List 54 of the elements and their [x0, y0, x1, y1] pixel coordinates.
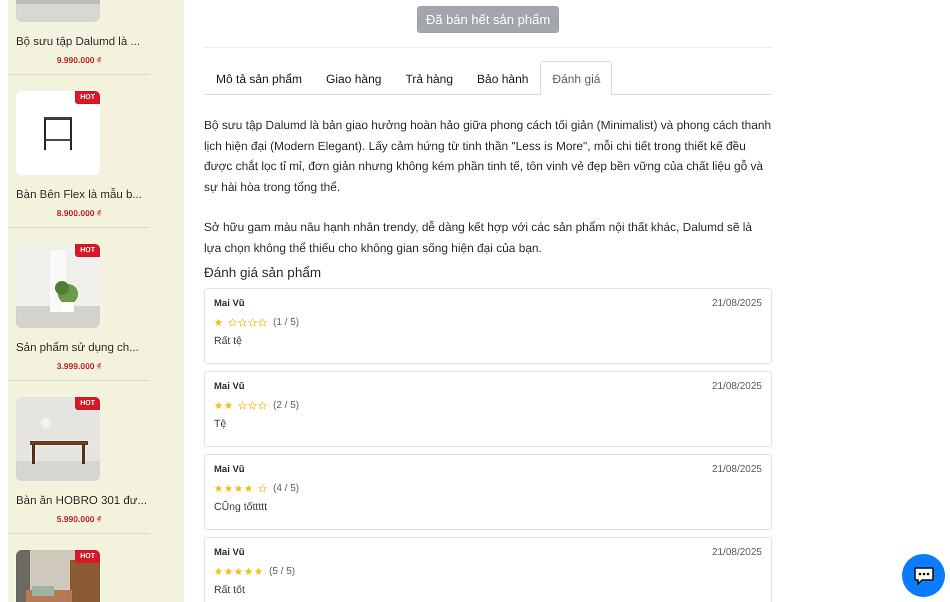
- star-filled-icon: [214, 318, 223, 326]
- review-date: 21/08/2025: [712, 464, 762, 475]
- chat-button[interactable]: [902, 554, 945, 597]
- review-date: 21/08/2025: [712, 298, 762, 309]
- product-name[interactable]: Sản phẩm sử dụng ch...: [16, 340, 150, 357]
- reviewer-name: Mai Vũ: [214, 381, 245, 392]
- star-empty-icon: [238, 318, 247, 326]
- review-date: 21/08/2025: [712, 381, 762, 392]
- star-filled-icon: [224, 566, 233, 576]
- product-price: 5.990.000 ₫: [56, 513, 102, 526]
- star-filled-icon: [244, 566, 253, 576]
- rating-text: (2 / 5): [273, 400, 300, 410]
- review-comment: Rất tệ: [214, 334, 244, 348]
- description-paragraph: Sở hữu gam màu nâu hạnh nhân trendy, dễ dàng kết hợp với các sản phẩm nội thất khác, Dalumd sẽ là lựa chọn không thể thiếu cho không gian sống hiện đại của bạn.: [204, 219, 754, 256]
- star-filled-icon: [234, 484, 243, 492]
- tab[interactable]: Trả hàng: [393, 61, 466, 95]
- tab[interactable]: Giao hàng: [314, 61, 394, 95]
- review-date: 21/08/2025: [712, 547, 762, 558]
- star-filled-icon: [214, 566, 223, 576]
- star-filled-icon: [254, 566, 263, 576]
- tab[interactable]: Đánh giá: [540, 61, 612, 95]
- star-filled-icon: [224, 400, 233, 410]
- product-price: 9.990.000 ₫: [56, 54, 102, 67]
- star-empty-icon: [248, 318, 257, 326]
- product-price: 3.999.000 ₫: [56, 360, 102, 373]
- star-empty-icon: [228, 318, 237, 326]
- review-comment: Tệ: [214, 417, 228, 431]
- star-empty-icon: [238, 400, 247, 410]
- rating-text: (4 / 5): [273, 482, 300, 494]
- reviewer-name: Mai Vũ: [214, 298, 245, 309]
- tab[interactable]: Mô tả sản phẩm: [204, 61, 314, 95]
- star-empty-icon: [248, 400, 257, 410]
- product-name[interactable]: Bộ sưu tập Dalumd là ...: [16, 34, 150, 51]
- star-empty-icon: [258, 400, 267, 410]
- product-price: 8.900.000 ₫: [56, 207, 102, 220]
- chat-icon: [914, 566, 934, 584]
- star-empty-icon: [258, 484, 267, 492]
- star-filled-icon: [244, 484, 253, 492]
- star-empty-icon: [258, 318, 267, 326]
- star-filled-icon: [224, 484, 233, 492]
- star-filled-icon: [214, 484, 223, 492]
- review-comment: CŨng tốttttt: [214, 500, 268, 514]
- tab[interactable]: Bảo hành: [465, 61, 540, 95]
- reviews-heading: Đánh giá sản phẩm: [204, 265, 322, 280]
- star-filled-icon: [214, 400, 223, 410]
- product-name[interactable]: Bàn Bên Flex là mẫu b...: [16, 187, 150, 204]
- rating-text: (1 / 5): [273, 316, 300, 328]
- description-paragraph: Bộ sưu tập Dalumd là bản giao hưởng hoàn hảo giữa phong cách tối giản (Minimalist) và phong cách thanh lịch hiện đại (Modern Elegant). Lấy cảm hứng từ tinh thần "Less is More", mỗi chi tiết trong thiết kế đều được chắt lọc tỉ mỉ, đơn giản nhưng không kém phần tinh tế, tôn vinh vẻ đẹp bền vững của chất liệu gỗ và sự hài hòa trong tổng thể.: [204, 117, 772, 196]
- rating-text: (5 / 5): [269, 566, 296, 576]
- reviewer-name: Mai Vũ: [214, 464, 245, 475]
- star-filled-icon: [234, 566, 243, 576]
- review-comment: Rất tốt: [214, 583, 246, 597]
- reviewer-name: Mai Vũ: [214, 547, 245, 558]
- product-name[interactable]: Bàn ăn HOBRO 301 đư...: [16, 493, 150, 510]
